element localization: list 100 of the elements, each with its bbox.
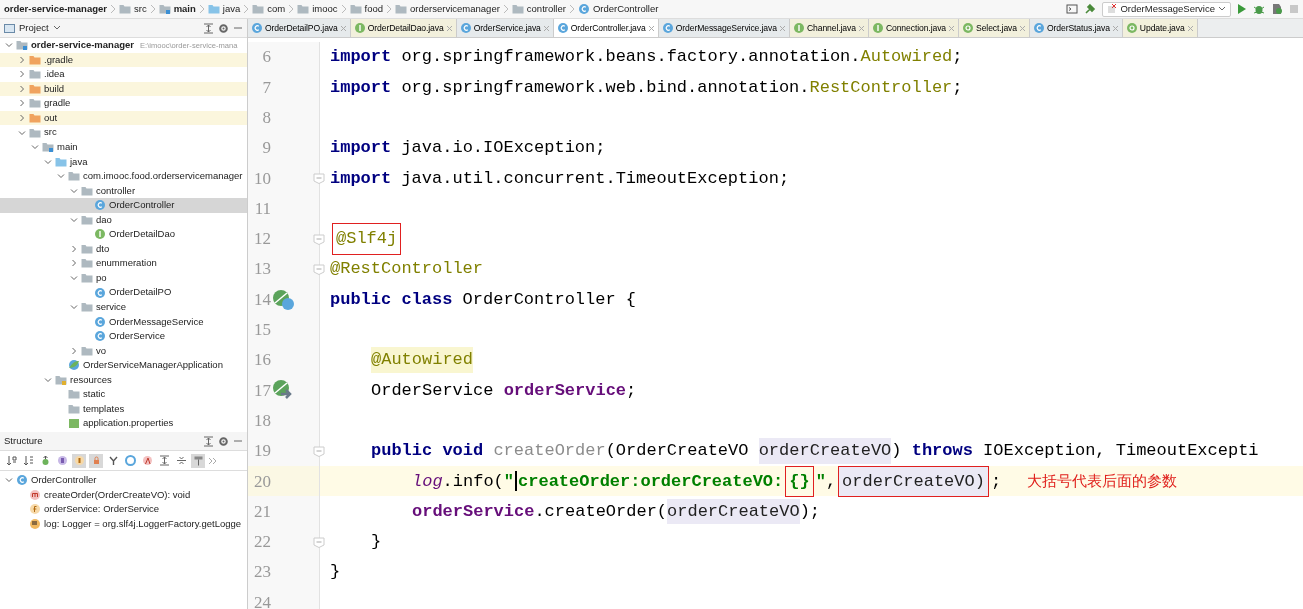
breadcrumb-item[interactable]: com <box>267 1 286 17</box>
close-icon <box>948 24 956 32</box>
close-icon <box>445 24 453 32</box>
close-icon <box>647 24 655 32</box>
toolbar-toggle[interactable] <box>140 453 154 468</box>
resources-folder-icon <box>55 373 67 386</box>
breadcrumb-item[interactable]: order-service-manager <box>4 1 107 17</box>
folder-icon <box>118 3 131 15</box>
field-icon <box>29 503 41 516</box>
file-tab[interactable]: Update.java <box>1122 19 1198 37</box>
file-tab[interactable]: Connection.java <box>868 19 960 37</box>
interface-icon <box>792 22 805 34</box>
folder-icon <box>349 3 362 15</box>
toolbar-toggle[interactable] <box>157 453 171 468</box>
breadcrumb-item[interactable]: controller <box>526 1 566 17</box>
spring-class-icon <box>68 359 80 372</box>
tree-item[interactable]: main <box>57 139 78 155</box>
tree-item[interactable]: static <box>83 387 106 402</box>
tree-item[interactable]: build <box>44 81 65 97</box>
module-folder-icon <box>16 39 28 52</box>
tree-item[interactable]: OrderServiceManagerApplication <box>83 358 223 373</box>
code-token: orderCreateVO <box>667 498 800 525</box>
tree-item[interactable]: OrderDetailPO <box>109 285 172 300</box>
structure-item[interactable]: createOrder(OrderCreateVO): void <box>44 487 191 502</box>
tree-item[interactable]: dao <box>96 212 112 227</box>
tree-item[interactable]: enummeration <box>96 256 157 271</box>
project-tool-window-title[interactable]: Project <box>19 20 49 36</box>
class-icon <box>94 330 106 343</box>
chevron-icon <box>243 4 250 14</box>
line-number: 14 <box>253 288 271 311</box>
annotation-icon <box>962 22 975 34</box>
structure-item[interactable]: log: Logger = org.slf4j.LoggerFactory.getLogge <box>44 516 242 532</box>
stop-icon <box>1289 4 1299 14</box>
toolbar-toggle[interactable] <box>191 453 205 468</box>
tree-item[interactable]: gradle <box>44 96 71 111</box>
tree-item[interactable]: out <box>44 110 58 126</box>
code-token: (OrderCreateVO <box>605 440 750 463</box>
file-tab[interactable]: OrderDetailDao.java <box>350 19 457 37</box>
more-icon <box>208 456 218 465</box>
breadcrumb-item[interactable]: orderservicemanager <box>410 1 500 17</box>
breadcrumb-item[interactable]: imooc <box>312 1 338 17</box>
toolbar-toggle[interactable] <box>21 453 35 468</box>
tree-item[interactable]: OrderService <box>109 329 165 344</box>
file-tab[interactable]: OrderController.java <box>553 19 659 37</box>
line-number: 18 <box>253 409 271 432</box>
tree-item[interactable]: resources <box>70 372 112 387</box>
source-folder-icon <box>158 3 171 15</box>
breadcrumb-item[interactable]: OrderController <box>592 1 659 17</box>
tree-item[interactable]: application.properties <box>83 416 174 431</box>
breadcrumb-item[interactable]: java <box>222 1 241 17</box>
file-tab[interactable]: OrderMessageService.java <box>658 19 790 37</box>
breadcrumb-item[interactable]: src <box>133 1 147 17</box>
tree-item[interactable]: controller <box>96 183 136 198</box>
tree-item[interactable]: vo <box>96 343 107 358</box>
build-icon <box>1084 3 1097 15</box>
structure-item[interactable]: OrderController <box>31 473 97 488</box>
structure-tool-window-title[interactable]: Structure <box>4 433 43 449</box>
tree-item[interactable]: OrderMessageService <box>109 314 204 329</box>
tree-item[interactable]: order-service-manager <box>31 38 134 53</box>
structure-item[interactable]: orderService: OrderService <box>44 502 160 517</box>
tree-item[interactable]: service <box>96 300 127 315</box>
chevron-icon <box>198 4 205 14</box>
toolbar-toggle[interactable] <box>123 453 137 468</box>
collapse-all-icon <box>175 455 187 466</box>
folder-icon <box>29 68 41 81</box>
tree-item[interactable]: po <box>96 270 107 286</box>
code-token: ; <box>952 46 963 69</box>
tree-item[interactable]: java <box>70 154 88 169</box>
breadcrumb-item[interactable]: main <box>173 1 196 17</box>
run-configuration-dropdown[interactable]: OrderMessageService <box>1102 1 1231 17</box>
breadcrumb-item[interactable]: food <box>364 1 384 17</box>
class-icon <box>577 3 590 15</box>
tree-item[interactable]: .gradle <box>44 52 74 67</box>
file-tab[interactable]: OrderService.java <box>456 19 554 37</box>
tree-item[interactable]: com.imooc.food.orderservicemanager <box>83 169 243 184</box>
toolbar-toggle[interactable] <box>72 453 86 468</box>
toolbar-toggle[interactable] <box>4 453 18 468</box>
highlight-box: orderCreateVO) <box>838 465 989 498</box>
property-icon <box>56 455 68 466</box>
toolbar-toggle[interactable] <box>55 453 69 468</box>
settings-icon <box>218 22 229 34</box>
line-number: 20 <box>253 470 271 493</box>
code-token: OrderService <box>371 379 495 402</box>
tree-item[interactable]: .idea <box>44 67 65 82</box>
tree-item[interactable]: OrderDetailDao <box>109 227 175 242</box>
class-icon <box>16 474 28 487</box>
file-tab[interactable]: OrderDetailPO.java <box>248 19 351 37</box>
folder-icon <box>29 112 41 124</box>
tree-item[interactable]: templates <box>83 401 125 417</box>
collapse-all-icon <box>203 435 214 447</box>
highlight-box: @Slf4j <box>332 223 402 255</box>
tree-item[interactable]: dto <box>96 241 110 257</box>
file-tab[interactable]: Channel.java <box>789 19 869 37</box>
toolbar-toggle[interactable] <box>89 453 103 468</box>
panel-icon <box>4 22 15 34</box>
tree-item[interactable]: src <box>44 125 57 140</box>
folder-icon <box>81 272 93 284</box>
file-tab[interactable]: Select.java <box>959 19 1030 37</box>
code-token: orderCreateVO <box>758 438 892 464</box>
file-tab[interactable]: OrderStatus.java <box>1029 19 1123 37</box>
